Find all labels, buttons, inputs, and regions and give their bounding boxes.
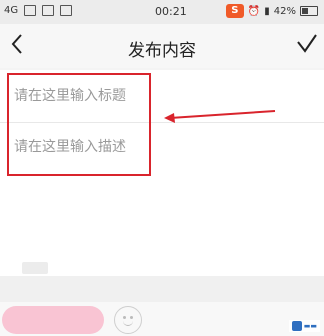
status-right: S ⏰ ▮ 42% bbox=[225, 4, 318, 18]
bottom-toolbar bbox=[0, 302, 324, 336]
status-bar: 4G 00:21 S ⏰ ▮ 42% bbox=[0, 0, 324, 24]
screenshot-icon bbox=[24, 5, 37, 16]
check-graphic bbox=[297, 34, 317, 53]
page-title: 发布内容 bbox=[128, 41, 196, 61]
battery-icon bbox=[300, 6, 318, 16]
publish-button[interactable] bbox=[2, 306, 104, 334]
annotation-highlight-box bbox=[7, 73, 151, 176]
mail-icon bbox=[60, 5, 73, 16]
blurred-chip bbox=[22, 262, 48, 274]
battery-percent: 42% bbox=[273, 5, 296, 17]
content-spacer bbox=[0, 276, 324, 302]
alarm-icon: ⏰ bbox=[247, 5, 261, 17]
smiley-mouth bbox=[123, 319, 133, 326]
status-time: 00:21 bbox=[155, 5, 187, 18]
check-icon[interactable] bbox=[296, 33, 318, 59]
app-header: 发布内容 bbox=[0, 24, 324, 68]
watermark-icon bbox=[291, 321, 302, 331]
ime-logo-icon: S bbox=[225, 4, 244, 18]
network-label: 4G bbox=[4, 5, 19, 16]
smiley-icon[interactable] bbox=[114, 306, 142, 334]
annotation-arrow-icon bbox=[164, 110, 276, 123]
image-icon bbox=[42, 5, 55, 16]
watermark-graphic: ▬▬ bbox=[303, 322, 317, 330]
watermark-logo: ▬▬ bbox=[288, 320, 320, 332]
status-left: 4G bbox=[4, 5, 73, 16]
signal-icon: ▮ bbox=[264, 5, 270, 17]
